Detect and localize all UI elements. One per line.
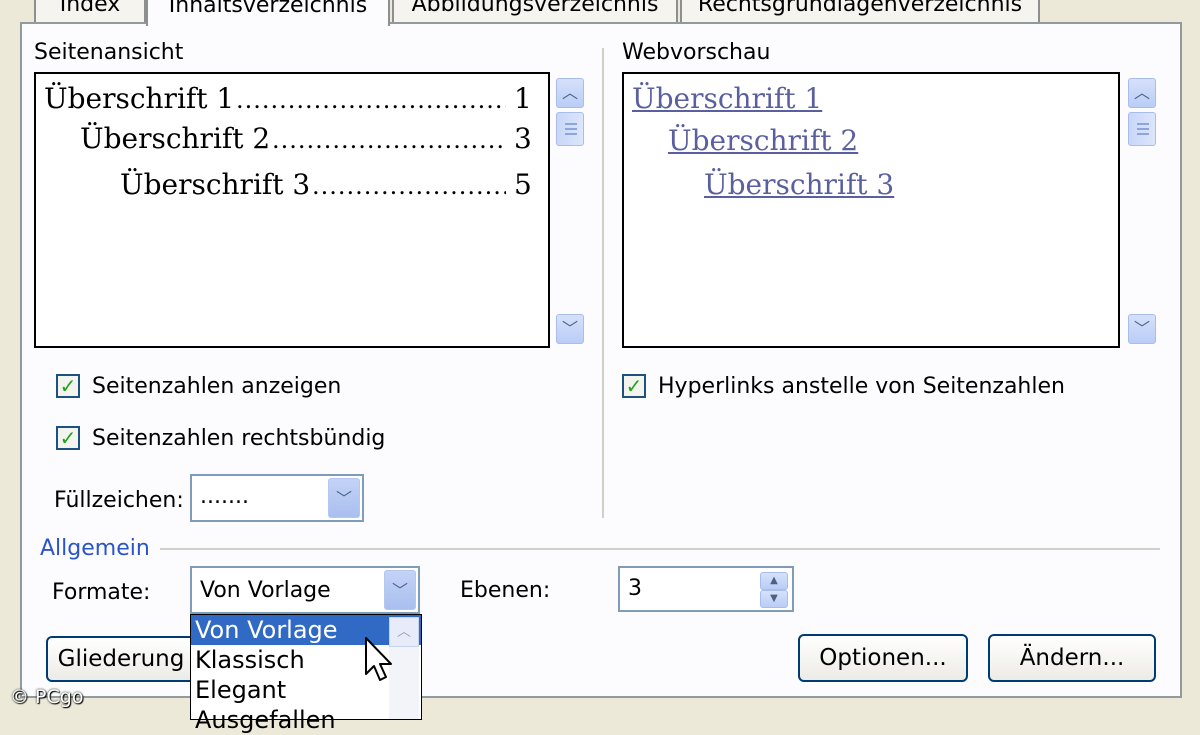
web-scroll-up-button[interactable]: ︿	[1128, 78, 1156, 108]
hyperlinks-checkbox[interactable]: ✓	[622, 374, 646, 398]
web-preview-title: Webvorschau	[622, 40, 771, 65]
mouse-pointer-icon	[365, 637, 392, 681]
formats-value: Von Vorlage	[200, 578, 331, 603]
scroll-thumb[interactable]	[556, 112, 584, 146]
tab-table-of-figures[interactable]: Abbildungsverzeichnis	[392, 0, 678, 22]
arrow-up-icon: ▲	[770, 575, 778, 586]
formats-label: Formate:	[52, 580, 151, 605]
show-page-numbers-label: Seitenzahlen anzeigen	[92, 374, 342, 399]
hyperlinks-label: Hyperlinks anstelle von Seitenzahlen	[658, 374, 1065, 399]
checkmark-icon: ✓	[59, 374, 77, 398]
leader-value: .......	[200, 484, 249, 509]
outline-button[interactable]: Gliederung	[46, 636, 196, 682]
leader-dropdown-button[interactable]: ﹀	[328, 478, 360, 518]
general-divider	[160, 548, 1160, 550]
levels-down-button[interactable]: ▼	[760, 590, 788, 608]
chevron-down-icon: ﹀	[561, 319, 578, 338]
levels-up-button[interactable]: ▲	[760, 572, 788, 590]
formats-option-fancy[interactable]: Ausgefallen	[191, 705, 421, 735]
modify-button[interactable]: Ändern...	[988, 634, 1156, 682]
web-link-2[interactable]: Überschrift 2	[668, 124, 858, 157]
formats-select[interactable]: Von Vorlage ﹀	[190, 566, 420, 614]
toc-page-2: 3	[514, 122, 532, 155]
web-scroll-thumb[interactable]	[1128, 112, 1156, 146]
chevron-up-icon: ︿	[1133, 83, 1150, 102]
toc-entry-2: Überschrift 2	[80, 122, 271, 155]
scroll-up-button[interactable]: ︿	[556, 78, 584, 108]
web-scroll-down-button[interactable]: ﹀	[1128, 314, 1156, 344]
toc-leader-2: ........................................…	[272, 126, 506, 154]
tab-table-of-contents[interactable]: Inhaltsverzeichnis	[146, 0, 390, 26]
formats-dropdown-button[interactable]: ﹀	[384, 570, 416, 610]
arrow-down-icon: ▼	[770, 593, 778, 604]
print-preview-box: Überschrift 1 ..........................…	[34, 72, 550, 348]
toc-page-3: 5	[514, 168, 532, 201]
toc-leader-1: ........................................…	[236, 86, 506, 114]
chevron-up-icon: ︿	[561, 83, 578, 102]
web-link-1[interactable]: Überschrift 1	[632, 82, 822, 115]
checkmark-icon: ✓	[625, 374, 643, 398]
general-section-title: Allgemein	[40, 536, 150, 561]
chevron-up-icon: ︿	[397, 624, 411, 640]
scroll-down-button[interactable]: ﹀	[556, 314, 584, 344]
toc-page-1: 1	[514, 82, 532, 115]
watermark: © PCgo	[10, 686, 84, 708]
chevron-down-icon: ﹀	[1133, 319, 1150, 338]
tab-table-of-authorities[interactable]: Rechtsgrundlagenverzeichnis	[680, 0, 1040, 22]
levels-value: 3	[628, 576, 642, 601]
print-preview-title: Seitenansicht	[34, 40, 184, 65]
options-button[interactable]: Optionen...	[798, 634, 968, 682]
toc-entry-3: Überschrift 3	[120, 168, 311, 201]
web-link-3[interactable]: Überschrift 3	[704, 168, 894, 201]
web-preview-box: Überschrift 1 Überschrift 2 Überschrift …	[622, 72, 1120, 348]
column-divider	[602, 48, 604, 518]
leader-select[interactable]: ....... ﹀	[190, 474, 364, 522]
chevron-down-icon: ﹀	[391, 581, 408, 600]
levels-label: Ebenen:	[460, 578, 551, 603]
show-page-numbers-checkbox[interactable]: ✓	[56, 374, 80, 398]
right-align-label: Seitenzahlen rechtsbündig	[92, 426, 386, 451]
chevron-down-icon: ﹀	[335, 489, 352, 508]
tab-index[interactable]: Index	[34, 0, 146, 22]
leader-label: Füllzeichen:	[54, 488, 184, 513]
checkmark-icon: ✓	[59, 426, 77, 450]
right-align-checkbox[interactable]: ✓	[56, 426, 80, 450]
toc-entry-1: Überschrift 1	[44, 82, 235, 115]
levels-spinner[interactable]: 3 ▲ ▼	[618, 566, 794, 612]
toc-leader-3: ........................................…	[312, 172, 506, 200]
